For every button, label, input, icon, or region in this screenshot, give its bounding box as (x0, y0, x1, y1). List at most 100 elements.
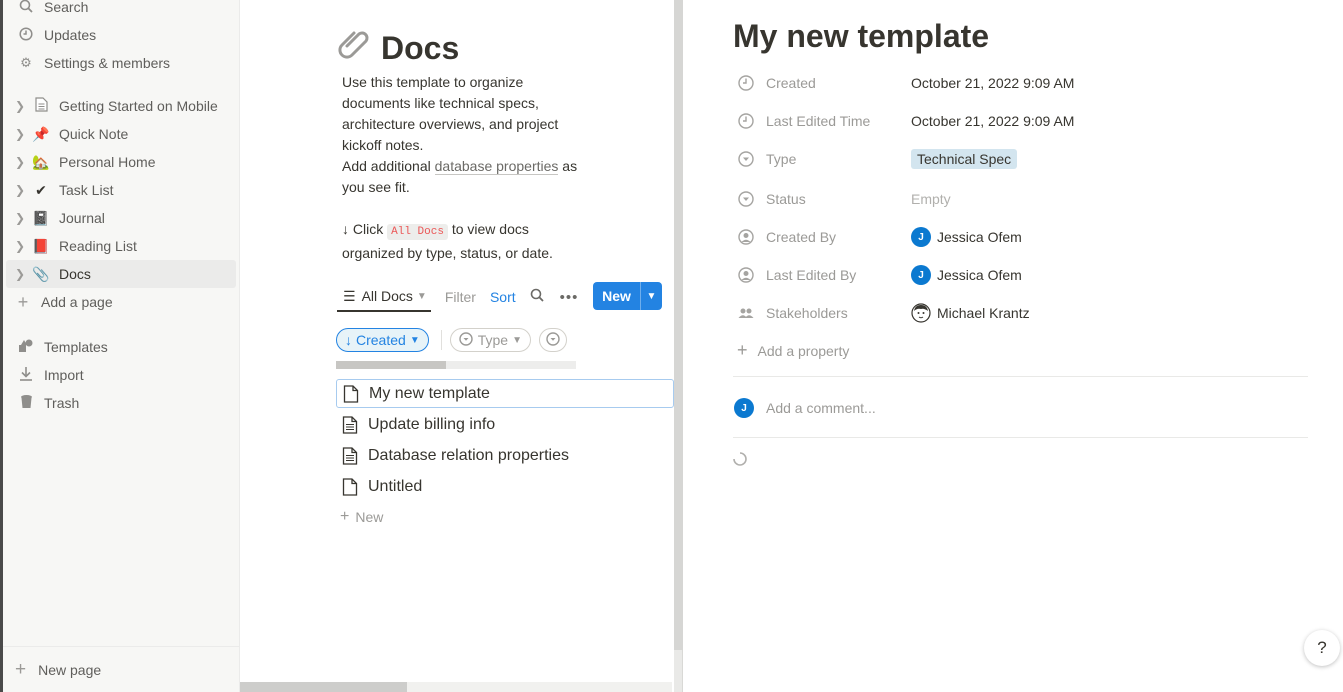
sidebar-item-label: Reading List (59, 238, 137, 254)
add-property-button[interactable]: + Add a property (737, 340, 849, 361)
view-tab-label: All Docs (361, 288, 413, 304)
sidebar-trash[interactable]: Trash (6, 389, 236, 417)
property-type[interactable]: Type Technical Spec (733, 142, 1313, 176)
sidebar-updates[interactable]: Updates (6, 21, 236, 49)
clock-icon (738, 113, 754, 129)
sidebar: Search Updates ⚙ Settings & members ❯ Ge… (3, 0, 240, 692)
sidebar-page-reading-list[interactable]: ❯ 📕 Reading List (6, 232, 236, 260)
plus-icon: + (15, 658, 27, 680)
chevron-right-icon[interactable]: ❯ (15, 211, 29, 225)
horizontal-scrollbar[interactable] (240, 682, 672, 692)
chevron-right-icon[interactable]: ❯ (15, 155, 29, 169)
table-row[interactable]: Untitled (336, 472, 674, 501)
scrollbar-thumb[interactable] (240, 682, 407, 692)
paperclip-icon: 📎 (32, 265, 50, 282)
vertical-scrollbar-thumb[interactable] (674, 0, 683, 650)
sidebar-page-docs[interactable]: ❯ 📎 Docs (6, 260, 236, 288)
chip-divider (440, 330, 442, 350)
select-icon (738, 191, 754, 207)
page-instructions: ↓ Click All Docs to view docs organized … (342, 219, 582, 264)
sort-button[interactable]: Sort (490, 289, 516, 305)
filter-button[interactable]: Filter (445, 289, 476, 305)
add-new-row-button[interactable]: + New (340, 508, 383, 526)
peek-page-title[interactable]: My new template (733, 18, 989, 55)
new-button-label[interactable]: New (593, 282, 640, 310)
sidebar-page-getting-started[interactable]: ❯ Getting Started on Mobile (6, 92, 236, 120)
property-last-edited-by[interactable]: Last Edited By J Jessica Ofem (733, 258, 1313, 292)
search-icon[interactable] (530, 288, 544, 306)
sidebar-search[interactable]: Search (6, 0, 236, 21)
description-text: Use this template to organize documents … (342, 74, 559, 153)
sidebar-item-label: Docs (59, 266, 91, 282)
sidebar-page-task-list[interactable]: ❯ ✔ Task List (6, 176, 236, 204)
chevron-right-icon[interactable]: ❯ (15, 267, 29, 281)
chip-label: Created (356, 332, 406, 348)
type-tag[interactable]: Technical Spec (911, 149, 1018, 169)
chevron-down-icon: ▼ (409, 334, 420, 346)
page-title: Docs (337, 26, 459, 70)
people-icon (738, 308, 754, 318)
chevron-right-icon[interactable]: ❯ (15, 127, 29, 141)
notebook-icon: 📓 (32, 209, 50, 226)
help-button[interactable]: ? (1304, 630, 1340, 666)
sidebar-settings[interactable]: ⚙ Settings & members (6, 49, 236, 77)
panel-splitter[interactable] (674, 0, 683, 692)
chevron-down-icon: ▼ (512, 334, 522, 346)
chevron-right-icon[interactable]: ❯ (15, 99, 29, 113)
sidebar-page-journal[interactable]: ❯ 📓 Journal (6, 204, 236, 232)
table-row[interactable]: Update billing info (336, 410, 674, 439)
chip-label: Type (477, 332, 509, 348)
chevron-right-icon[interactable]: ❯ (15, 183, 29, 197)
property-status[interactable]: Status Empty (733, 182, 1313, 216)
table-row[interactable]: My new template (336, 379, 674, 408)
add-property-label: Add a property (757, 342, 850, 359)
divider (733, 437, 1308, 438)
property-value: J Jessica Ofem (911, 265, 1022, 285)
chevron-down-icon[interactable]: ▼ (640, 282, 662, 310)
filter-chip-type[interactable]: Type ▼ (449, 328, 531, 352)
divider (733, 376, 1308, 377)
scrollbar-thumb[interactable] (336, 361, 446, 369)
sidebar-item-label: Task List (59, 182, 114, 198)
page-icon (342, 415, 358, 434)
sort-filter-chips: ↓ Created ▼ Type ▼ (336, 328, 674, 352)
property-last-edited-time[interactable]: Last Edited Time October 21, 2022 9:09 A… (733, 104, 1313, 138)
select-icon (459, 331, 473, 349)
add-page-button[interactable]: + Add a page (6, 288, 236, 316)
property-name: Status (766, 191, 806, 207)
sort-chip-created[interactable]: ↓ Created ▼ (336, 328, 429, 352)
inline-code: All Docs (387, 224, 448, 240)
filter-chip-more[interactable] (538, 328, 567, 352)
view-tab-all-docs[interactable]: ☰ All Docs ▼ (337, 282, 431, 312)
table-row[interactable]: Database relation properties (336, 441, 674, 470)
property-name: Created (766, 75, 816, 91)
sidebar-templates[interactable]: Templates (6, 333, 236, 361)
add-new-label: New (355, 509, 384, 525)
page-peek: My new template Created October 21, 2022… (684, 0, 1343, 692)
select-icon (546, 331, 560, 349)
sidebar-item-label: Personal Home (59, 154, 156, 170)
user-circle-icon (738, 267, 754, 283)
sidebar-item-label: Trash (44, 395, 80, 411)
chevron-right-icon[interactable]: ❯ (15, 239, 29, 253)
sidebar-page-quick-note[interactable]: ❯ 📌 Quick Note (6, 120, 236, 148)
shapes-icon (17, 339, 35, 356)
chips-scrollbar[interactable] (336, 361, 576, 369)
clock-icon (17, 26, 35, 44)
more-options-icon[interactable]: ••• (560, 289, 579, 306)
property-stakeholders[interactable]: Stakeholders Michael Krantz (733, 296, 1313, 330)
property-created-by[interactable]: Created By J Jessica Ofem (733, 220, 1313, 254)
house-icon: 🏡 (32, 153, 50, 170)
new-page-button[interactable]: + New page (3, 646, 239, 692)
sidebar-page-personal-home[interactable]: ❯ 🏡 Personal Home (6, 148, 236, 176)
sidebar-item-label: Settings & members (44, 55, 171, 71)
new-button[interactable]: New ▼ (593, 282, 662, 310)
property-created[interactable]: Created October 21, 2022 9:09 AM (733, 66, 1313, 100)
sidebar-import[interactable]: Import (6, 361, 236, 389)
property-value: October 21, 2022 9:09 AM (911, 75, 1075, 91)
sidebar-item-label: Search (44, 0, 89, 15)
comment-input[interactable]: J Add a comment... (734, 398, 876, 418)
database-properties-link[interactable]: database properties (434, 158, 559, 175)
gear-icon: ⚙ (20, 55, 32, 70)
row-title: Update billing info (368, 415, 496, 433)
